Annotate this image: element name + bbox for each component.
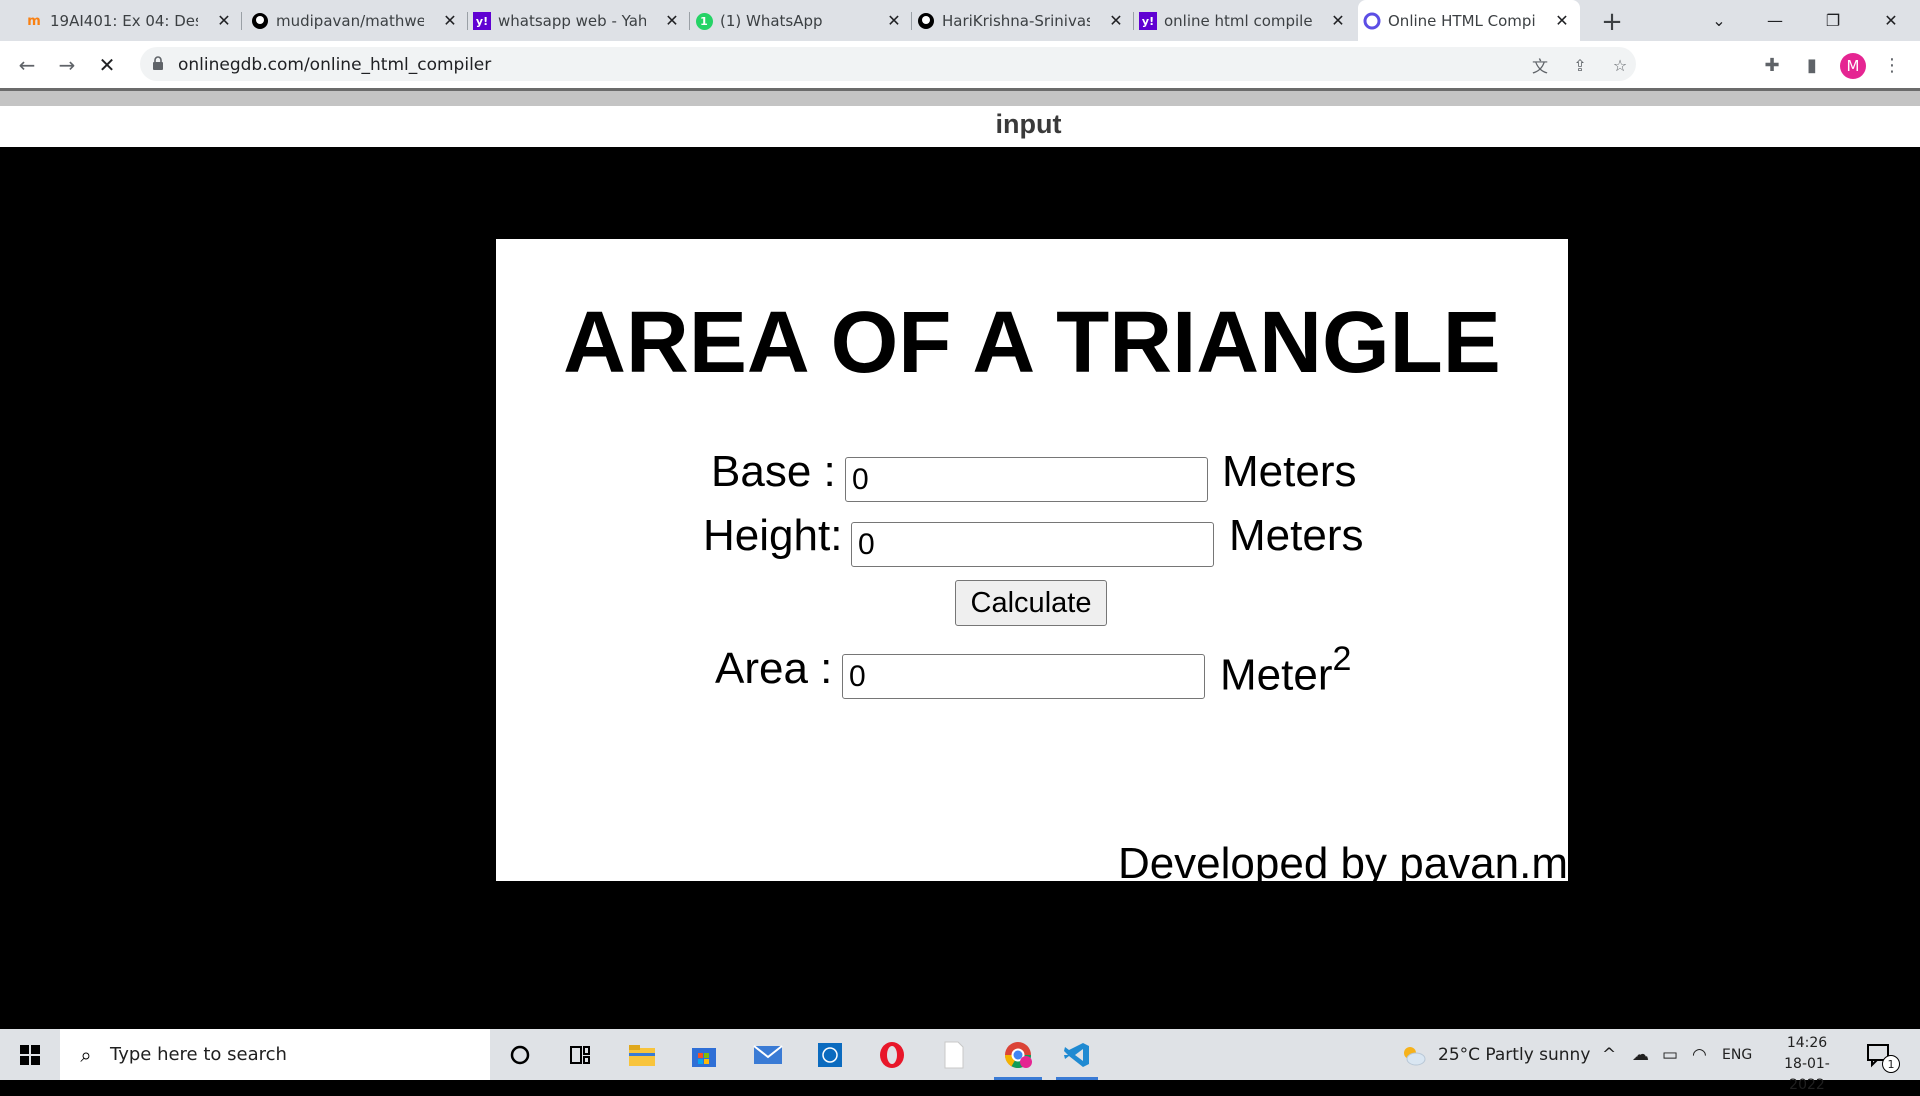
- browser-tab-title: online html compiler: [1164, 11, 1312, 30]
- tab-search-chevron-icon[interactable]: ⌄: [1704, 6, 1734, 34]
- github-icon: [916, 11, 936, 31]
- language-indicator[interactable]: ENG: [1722, 1029, 1752, 1080]
- mail-icon[interactable]: [740, 1029, 796, 1080]
- side-panel-icon[interactable]: ▮: [1800, 53, 1824, 77]
- taskbar-search-box[interactable]: ⌕ Type here to search: [60, 1029, 490, 1080]
- share-icon[interactable]: ⇪: [1569, 54, 1591, 76]
- browser-toolbar: ← → ✕ onlinegdb.com/online_html_compiler…: [0, 41, 1920, 88]
- forward-arrow-icon[interactable]: →: [52, 50, 82, 80]
- browser-tab[interactable]: 1 (1) WhatsApp ✕: [690, 0, 912, 41]
- lock-icon: [153, 56, 163, 70]
- extensions-puzzle-icon[interactable]: ✚: [1760, 53, 1784, 77]
- input-label: input: [995, 109, 1062, 139]
- file-explorer-icon[interactable]: [614, 1029, 670, 1080]
- github-icon: [250, 11, 270, 31]
- area-label: Area :: [715, 644, 833, 693]
- windows-start-icon[interactable]: [0, 1029, 60, 1080]
- clock-time: 14:26: [1786, 1035, 1828, 1051]
- cortana-icon[interactable]: [492, 1029, 548, 1080]
- new-tab-button[interactable]: +: [1598, 7, 1626, 37]
- browser-tab-title: whatsapp web - Yaho: [498, 11, 646, 30]
- profile-avatar[interactable]: M: [1840, 53, 1866, 79]
- yahoo-icon: y!: [472, 11, 492, 31]
- wifi-icon[interactable]: ◠: [1692, 1029, 1707, 1080]
- browser-tab-title: HariKrishna-Srinivas/r: [942, 11, 1090, 30]
- area-unit-exponent: 2: [1332, 640, 1352, 678]
- base-label: Base :: [711, 447, 836, 496]
- browser-tab[interactable]: m 19AI401: Ex 04: Desig ✕: [20, 0, 242, 41]
- base-input[interactable]: [845, 457, 1208, 502]
- chrome-icon[interactable]: [988, 1029, 1048, 1080]
- close-tab-icon[interactable]: ✕: [440, 10, 460, 30]
- battery-icon[interactable]: ▭: [1662, 1029, 1678, 1080]
- clock-date: 18-01-2022: [1784, 1056, 1830, 1093]
- browser-tab[interactable]: mudipavan/mathweb ✕: [246, 0, 468, 41]
- close-tab-icon[interactable]: ✕: [662, 10, 682, 30]
- opera-icon[interactable]: [864, 1029, 920, 1080]
- close-tab-icon[interactable]: ✕: [1552, 10, 1572, 30]
- blank-file-icon[interactable]: [926, 1029, 982, 1080]
- url-text[interactable]: onlinegdb.com/online_html_compiler: [178, 55, 491, 75]
- tab-strip: m19AI401: Ex 04: Desig✕mudipavan/mathweb…: [0, 0, 1920, 41]
- task-view-icon[interactable]: [552, 1029, 608, 1080]
- height-unit: Meters: [1229, 511, 1364, 560]
- microsoft-store-icon[interactable]: [676, 1029, 732, 1080]
- onedrive-cloud-icon[interactable]: ☁: [1632, 1029, 1649, 1080]
- tab-separator: [241, 12, 242, 30]
- page-title: AREA OF A TRIANGLE: [563, 294, 1501, 391]
- browser-tab-title: mudipavan/mathweb: [276, 11, 424, 30]
- notifications-icon[interactable]: 1: [1866, 1029, 1900, 1080]
- dell-app-icon[interactable]: [802, 1029, 858, 1080]
- moodle-icon: m: [27, 13, 41, 29]
- input-bar: input: [0, 106, 1920, 147]
- menu-kebab-icon[interactable]: ⋮: [1880, 53, 1904, 77]
- height-input[interactable]: [851, 522, 1214, 567]
- weather-widget[interactable]: 25°C Partly sunny: [1400, 1029, 1590, 1080]
- close-tab-icon[interactable]: ✕: [214, 10, 234, 30]
- system-clock[interactable]: 14:26 18-01-2022: [1768, 1033, 1846, 1096]
- close-window-button[interactable]: ✕: [1876, 6, 1906, 34]
- browser-tab-title: (1) WhatsApp: [720, 11, 823, 30]
- stop-loading-icon[interactable]: ✕: [92, 50, 122, 80]
- output-stage: AREA OF A TRIANGLE Base : Meters Height:…: [0, 147, 1920, 1029]
- height-label: Height:: [703, 511, 843, 560]
- search-icon: ⌕: [80, 1042, 92, 1067]
- address-bar[interactable]: onlinegdb.com/online_html_compiler 文 ⇪ ☆: [140, 47, 1636, 81]
- close-tab-icon[interactable]: ✕: [1328, 10, 1348, 30]
- onlinegdb-icon: [1362, 11, 1382, 31]
- browser-tab[interactable]: Online HTML Compile ✕: [1358, 0, 1580, 41]
- browser-tab[interactable]: y! whatsapp web - Yaho ✕: [468, 0, 690, 41]
- weather-text: 25°C Partly sunny: [1438, 1044, 1591, 1065]
- calculate-button[interactable]: Calculate: [955, 580, 1107, 626]
- whatsapp-icon: 1: [694, 11, 714, 31]
- vscode-icon[interactable]: [1050, 1029, 1104, 1080]
- windows-taskbar: ⌕ Type here to search 25°C Partly sunny …: [0, 1029, 1920, 1093]
- close-tab-icon[interactable]: ✕: [1106, 10, 1126, 30]
- browser-tab[interactable]: HariKrishna-Srinivas/r ✕: [912, 0, 1134, 41]
- area-unit-text: Meter: [1220, 650, 1333, 700]
- close-tab-icon[interactable]: ✕: [884, 10, 904, 30]
- bookmark-star-icon[interactable]: ☆: [1609, 54, 1631, 76]
- back-arrow-icon[interactable]: ←: [12, 50, 42, 80]
- developer-credit: Developed by pavan.m: [1117, 842, 1568, 881]
- browser-tab-title: 19AI401: Ex 04: Desig: [50, 11, 198, 30]
- restore-button[interactable]: ❐: [1818, 6, 1848, 34]
- translate-icon[interactable]: 文: [1529, 54, 1551, 76]
- browser-tab-title: Online HTML Compile: [1388, 11, 1536, 30]
- area-output[interactable]: [842, 654, 1205, 699]
- calculator-card: AREA OF A TRIANGLE Base : Meters Height:…: [496, 239, 1568, 881]
- notification-count-badge: 1: [1882, 1055, 1900, 1073]
- browser-tab[interactable]: y! online html compiler ✕: [1134, 0, 1356, 41]
- base-unit: Meters: [1222, 447, 1357, 496]
- search-placeholder: Type here to search: [110, 1044, 287, 1065]
- yahoo-icon: y!: [1138, 11, 1158, 31]
- output-panel-header: [0, 91, 1920, 106]
- partly-sunny-icon: [1404, 1046, 1426, 1065]
- minimize-button[interactable]: —: [1760, 6, 1790, 34]
- show-hidden-icons-chevron-icon[interactable]: ^: [1602, 1029, 1616, 1080]
- area-unit: Meter2: [1220, 640, 1351, 701]
